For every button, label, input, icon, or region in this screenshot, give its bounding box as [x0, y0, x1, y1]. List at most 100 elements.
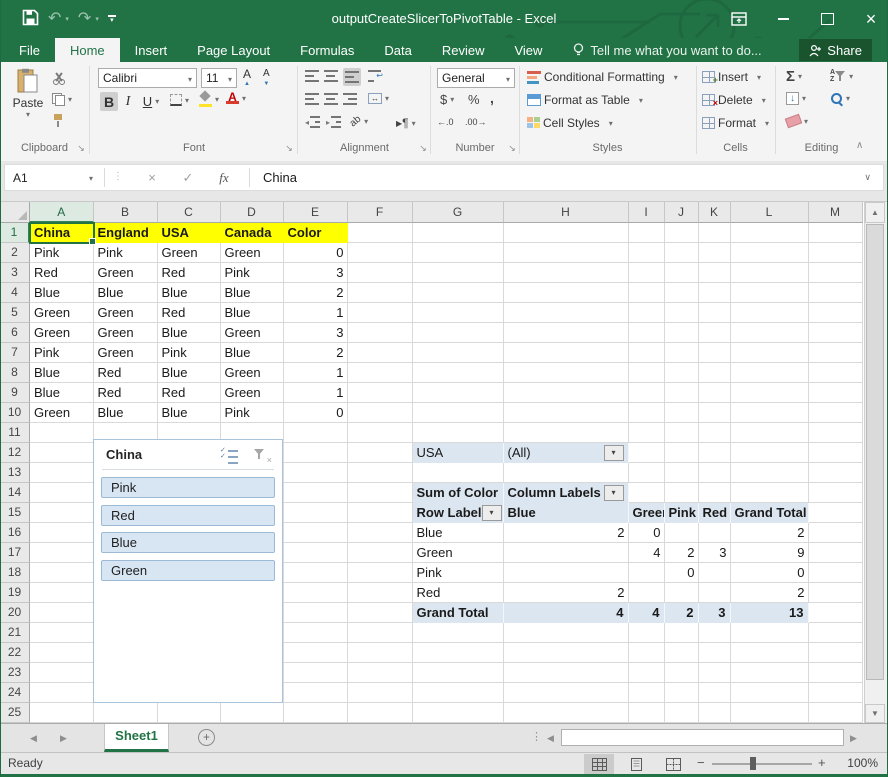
cell-B10[interactable]: Blue [94, 403, 158, 423]
cell-D10[interactable]: Pink [221, 403, 284, 423]
cell-E7[interactable]: 2 [284, 343, 348, 363]
cell-K20[interactable]: 3 [699, 603, 731, 623]
cell-B3[interactable]: Green [94, 263, 158, 283]
sheet-nav-right-icon[interactable]: ▶ [60, 733, 67, 744]
zoom-in-icon[interactable]: + [818, 755, 826, 770]
row-header-18[interactable]: 18 [0, 563, 30, 583]
cell-A9[interactable]: Blue [30, 383, 94, 403]
cell-C3[interactable]: Red [158, 263, 221, 283]
accounting-format-icon[interactable]: $ [440, 92, 454, 107]
row-header-9[interactable]: 9 [0, 383, 30, 403]
cell-J20[interactable]: 2 [665, 603, 699, 623]
clear-icon[interactable] [786, 116, 808, 126]
shrink-font-icon[interactable]: A▼ [263, 69, 270, 89]
cell-J17[interactable]: 2 [665, 543, 699, 563]
cell-I17[interactable]: 4 [629, 543, 665, 563]
format-cells-button[interactable]: Format [702, 116, 769, 130]
cell-G18[interactable]: Pink [413, 563, 504, 583]
horizontal-scrollbar-thumb[interactable] [561, 729, 844, 746]
cell-E8[interactable]: 1 [284, 363, 348, 383]
cell-C9[interactable]: Red [158, 383, 221, 403]
increase-indent-icon[interactable]: ▸ [326, 116, 341, 128]
enter-icon[interactable]: ✓ [175, 165, 201, 190]
font-dialog-launcher[interactable]: ↘ [284, 143, 294, 153]
cell-L18[interactable]: 0 [731, 563, 809, 583]
cell-G19[interactable]: Red [413, 583, 504, 603]
slicer-clear-filter-icon[interactable]: × [252, 448, 272, 465]
middle-align-icon[interactable] [324, 70, 338, 82]
cell-L19[interactable]: 2 [731, 583, 809, 603]
cell-B6[interactable]: Green [94, 323, 158, 343]
cell-B5[interactable]: Green [94, 303, 158, 323]
row-header-2[interactable]: 2 [0, 243, 30, 263]
row-header-13[interactable]: 13 [0, 463, 30, 483]
clipboard-dialog-launcher[interactable]: ↘ [76, 143, 86, 153]
pivot-column-labels-dropdown[interactable]: ▾ [604, 485, 624, 501]
row-header-3[interactable]: 3 [0, 263, 30, 283]
slicer-item-pink[interactable]: Pink [101, 477, 275, 498]
cell-J18[interactable]: 0 [665, 563, 699, 583]
cell-C5[interactable]: Red [158, 303, 221, 323]
cell-H15[interactable]: Blue [504, 503, 629, 523]
font-size-combo[interactable]: 11 [201, 68, 237, 88]
scroll-up-icon[interactable]: ▲ [865, 202, 885, 223]
row-header-10[interactable]: 10 [0, 403, 30, 423]
decrease-indent-icon[interactable]: ◂ [305, 116, 320, 128]
tell-me-box[interactable]: Tell me what you want to do... [573, 38, 761, 62]
page-layout-view-icon[interactable] [621, 754, 651, 774]
format-as-table-button[interactable]: Format as Table [527, 93, 643, 107]
merge-center-icon[interactable]: ↔ [368, 93, 389, 104]
cell-D9[interactable]: Green [221, 383, 284, 403]
row-header-12[interactable]: 12 [0, 443, 30, 463]
align-center-icon[interactable] [324, 93, 338, 105]
hscroll-left-icon[interactable]: ◀ [547, 733, 554, 744]
cell-E6[interactable]: 3 [284, 323, 348, 343]
cell-L16[interactable]: 2 [731, 523, 809, 543]
comma-style-icon[interactable]: , [490, 90, 494, 106]
fill-color-icon[interactable] [198, 92, 219, 107]
cell-G17[interactable]: Green [413, 543, 504, 563]
cell-B1[interactable]: England [94, 223, 158, 243]
cell-E2[interactable]: 0 [284, 243, 348, 263]
find-select-icon[interactable] [830, 92, 850, 105]
cell-C1[interactable]: USA [158, 223, 221, 243]
select-all-corner[interactable] [0, 202, 30, 223]
cell-A7[interactable]: Pink [30, 343, 94, 363]
cell-K17[interactable]: 3 [699, 543, 731, 563]
cell-C4[interactable]: Blue [158, 283, 221, 303]
redo-icon[interactable]: ↷ [78, 11, 91, 27]
cell-styles-button[interactable]: Cell Styles [527, 116, 613, 130]
cell-I15[interactable]: Green [629, 503, 665, 523]
cell-I16[interactable]: 0 [629, 523, 665, 543]
zoom-slider-track[interactable] [712, 763, 812, 765]
column-header-L[interactable]: L [731, 202, 809, 223]
cell-G16[interactable]: Blue [413, 523, 504, 543]
cell-K15[interactable]: Red [699, 503, 731, 523]
row-header-5[interactable]: 5 [0, 303, 30, 323]
cell-J15[interactable]: Pink [665, 503, 699, 523]
column-header-M[interactable]: M [809, 202, 863, 223]
cell-L17[interactable]: 9 [731, 543, 809, 563]
tab-review[interactable]: Review [427, 38, 500, 62]
align-right-icon[interactable] [343, 93, 357, 105]
row-header-21[interactable]: 21 [0, 623, 30, 643]
row-header-17[interactable]: 17 [0, 543, 30, 563]
cell-A5[interactable]: Green [30, 303, 94, 323]
column-header-D[interactable]: D [221, 202, 284, 223]
bottom-align-icon[interactable] [343, 68, 361, 86]
cell-H20[interactable]: 4 [504, 603, 629, 623]
cell-L15[interactable]: Grand Total [731, 503, 809, 523]
minimize-button[interactable] [774, 10, 792, 28]
cell-L20[interactable]: 13 [731, 603, 809, 623]
row-header-1[interactable]: 1 [0, 223, 30, 243]
normal-view-icon[interactable] [584, 754, 614, 774]
row-header-7[interactable]: 7 [0, 343, 30, 363]
font-color-icon[interactable]: A [226, 92, 246, 104]
cell-D8[interactable]: Green [221, 363, 284, 383]
row-header-22[interactable]: 22 [0, 643, 30, 663]
cell-I20[interactable]: 4 [629, 603, 665, 623]
sort-filter-icon[interactable]: AZ [830, 69, 853, 83]
zoom-level[interactable]: 100% [834, 756, 878, 770]
share-button[interactable]: Share [799, 39, 872, 61]
fill-down-icon[interactable]: ↓ [786, 92, 806, 105]
